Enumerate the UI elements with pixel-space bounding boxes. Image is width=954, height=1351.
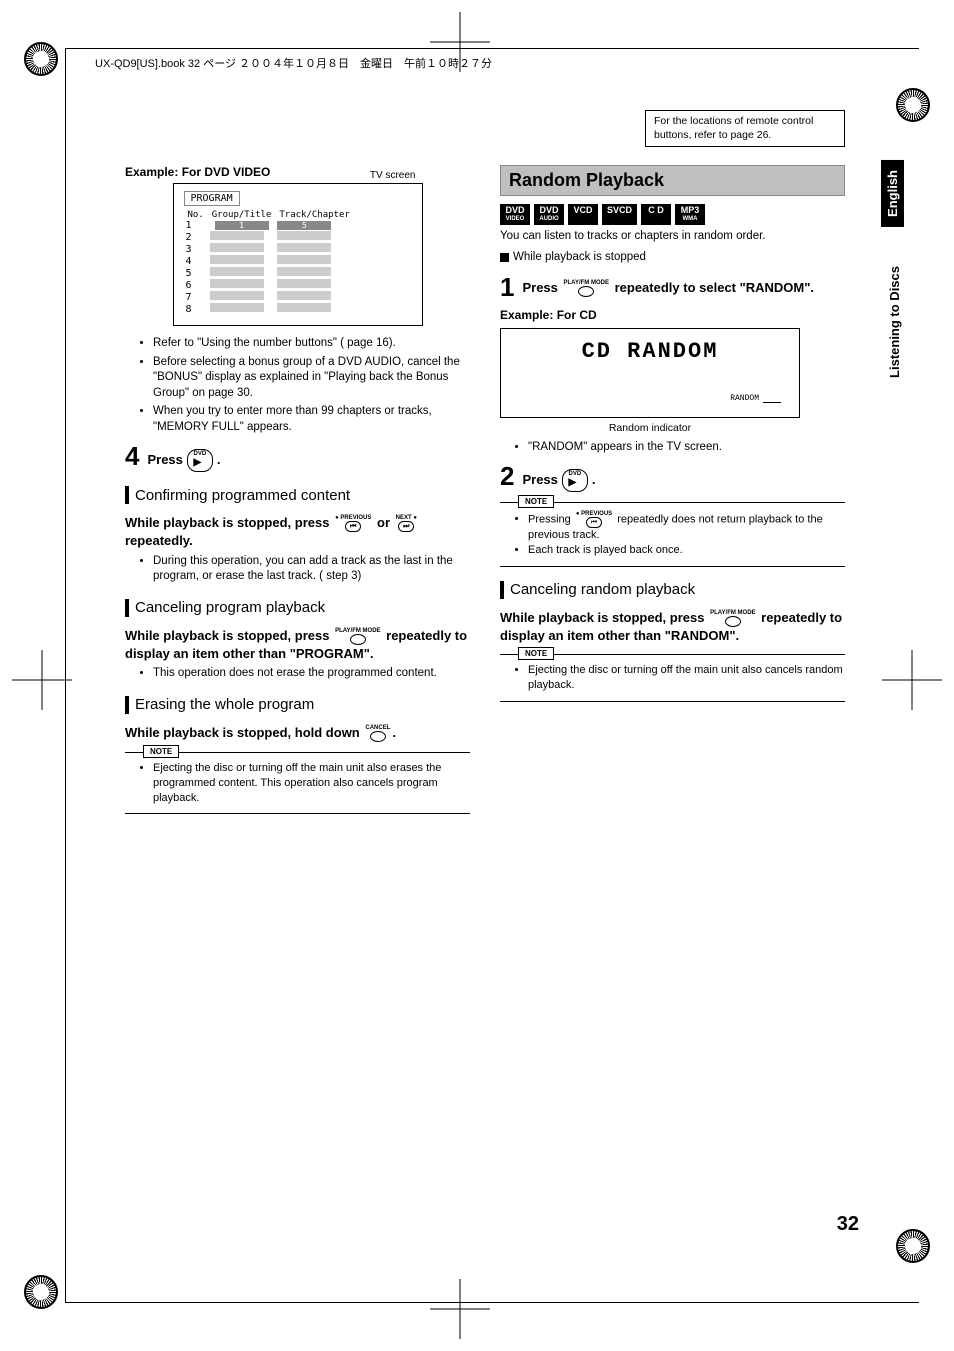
note-label: NOTE [518, 495, 554, 508]
registration-mark-icon [24, 1275, 58, 1309]
step-text: Press [147, 452, 186, 467]
left-column: Example: For DVD VIDEO TV screen PROGRAM… [125, 165, 470, 824]
program-table: No. Group/Title Track/Chapter 115 2 3 4 … [184, 210, 354, 315]
step-text: . [592, 472, 596, 487]
subheading-cancel-random: Canceling random playback [500, 581, 845, 599]
header-rule [65, 48, 919, 49]
step-1: 1 Press PLAY/FM MODE repeatedly to selec… [500, 274, 845, 300]
instruction: While playback is stopped, press PLAY/FM… [125, 627, 470, 663]
cancel-button-icon: CANCEL [365, 725, 390, 742]
notes-list: Refer to "Using the number buttons" ( pa… [125, 336, 470, 435]
note-item: Pressing ● PREVIOUS⏮ repeatedly does not… [528, 511, 843, 543]
step-text: Press [522, 472, 561, 487]
note-item: Ejecting the disc or turning off the mai… [528, 663, 843, 693]
random-indicator-caption: Random indicator [500, 422, 800, 434]
lcd-display: CD RANDOM RANDOM [500, 328, 800, 418]
list-item: When you try to enter more than 99 chapt… [153, 404, 470, 435]
note-box: NOTE Pressing ● PREVIOUS⏮ repeatedly doe… [500, 502, 845, 567]
play-mode-button-icon: PLAY/FM MODE [564, 280, 609, 297]
disc-badge: DVDAUDIO [534, 204, 564, 224]
instruction: While playback is stopped, hold down CAN… [125, 724, 470, 742]
step-number: 2 [500, 463, 514, 489]
subheading-confirm: Confirming programmed content [125, 486, 470, 504]
dvd-play-button-icon: DVD▶ [562, 469, 589, 492]
disc-badge: VCD [568, 204, 598, 224]
section-heading: Random Playback [500, 165, 845, 196]
page-number: 32 [837, 1213, 859, 1236]
col-group-title: Group/Title [208, 210, 276, 220]
note-item: Each track is played back once. [528, 543, 843, 558]
random-indicator-tag: RANDOM [730, 394, 759, 403]
play-mode-button-icon: PLAY/FM MODE [335, 628, 380, 645]
pointer-line [763, 402, 781, 403]
language-tab: English [881, 160, 904, 227]
instruction: While playback is stopped, press ● PREVI… [125, 514, 470, 550]
list-item: Refer to "Using the number buttons" ( pa… [153, 336, 470, 352]
instruction: While playback is stopped, press PLAY/FM… [500, 609, 845, 645]
frame-line [65, 1302, 919, 1303]
registration-mark-icon [24, 42, 58, 76]
step-4: 4 Press DVD▶ . [125, 443, 470, 472]
table-row: 5 [184, 267, 354, 279]
table-row: 7 [184, 291, 354, 303]
square-bullet-icon [500, 253, 509, 262]
step-text: repeatedly to select "RANDOM". [615, 280, 814, 295]
note-box: NOTE Ejecting the disc or turning off th… [125, 752, 470, 815]
table-row: 8 [184, 303, 354, 315]
previous-button-icon: ● PREVIOUS⏮ [576, 511, 612, 528]
step-2: 2 Press DVD▶ . [500, 463, 845, 492]
tv-screen-label: TV screen [370, 170, 416, 181]
table-row: 4 [184, 255, 354, 267]
disc-badge-row: DVDVIDEO DVDAUDIO VCD SVCD C D MP3WMA [500, 204, 845, 224]
table-row: 6 [184, 279, 354, 291]
next-button-icon: NEXT ●⏭ [396, 515, 417, 532]
list-item: "RANDOM" appears in the TV screen. [528, 440, 845, 456]
dvd-play-button-icon: DVD▶ [187, 449, 214, 472]
frame-line [65, 48, 66, 1303]
note-item: Ejecting the disc or turning off the mai… [153, 761, 468, 806]
tv-screen-diagram: TV screen PROGRAM No. Group/Title Track/… [173, 183, 423, 326]
disc-badge: C D [641, 204, 671, 224]
play-mode-button-icon: PLAY/FM MODE [710, 610, 755, 627]
table-row: 115 [184, 220, 354, 231]
subheading-cancel: Canceling program playback [125, 599, 470, 617]
step-number: 1 [500, 274, 514, 300]
note-label: NOTE [518, 647, 554, 660]
intro-text: You can listen to tracks or chapters in … [500, 229, 845, 245]
program-title: PROGRAM [184, 191, 240, 206]
disc-badge: DVDVIDEO [500, 204, 530, 224]
step-text: . [217, 452, 221, 467]
example-heading: Example: For CD [500, 308, 845, 322]
precondition: While playback is stopped [500, 250, 845, 266]
step-number: 4 [125, 443, 139, 469]
lcd-text: CD RANDOM [501, 329, 799, 364]
table-row: 2 [184, 231, 354, 243]
list-item: Before selecting a bonus group of a DVD … [153, 355, 470, 402]
col-no: No. [184, 210, 208, 220]
list-item: During this operation, you can add a tra… [153, 554, 470, 585]
reference-box: For the locations of remote control butt… [645, 110, 845, 147]
registration-mark-icon [896, 88, 930, 122]
book-header: UX-QD9[US].book 32 ページ ２００４年１０月８日 金曜日 午前… [95, 55, 492, 71]
disc-badge: MP3WMA [675, 204, 705, 224]
section-tab: Listening to Discs [885, 260, 904, 384]
page-content: For the locations of remote control butt… [125, 110, 845, 824]
crop-cross-icon [882, 650, 942, 710]
example-heading: Example: For DVD VIDEO [125, 165, 470, 179]
table-row: 3 [184, 243, 354, 255]
registration-mark-icon [896, 1229, 930, 1263]
note-box: NOTE Ejecting the disc or turning off th… [500, 654, 845, 702]
disc-badge: SVCD [602, 204, 637, 224]
list-item: This operation does not erase the progra… [153, 666, 470, 682]
subheading-erase: Erasing the whole program [125, 696, 470, 714]
previous-button-icon: ● PREVIOUS⏮ [335, 515, 371, 532]
crop-cross-icon [430, 1279, 490, 1339]
step-text: Press [522, 280, 561, 295]
crop-cross-icon [12, 650, 72, 710]
col-track-chapter: Track/Chapter [275, 210, 353, 220]
note-label: NOTE [143, 745, 179, 758]
right-column: Random Playback DVDVIDEO DVDAUDIO VCD SV… [500, 165, 845, 824]
